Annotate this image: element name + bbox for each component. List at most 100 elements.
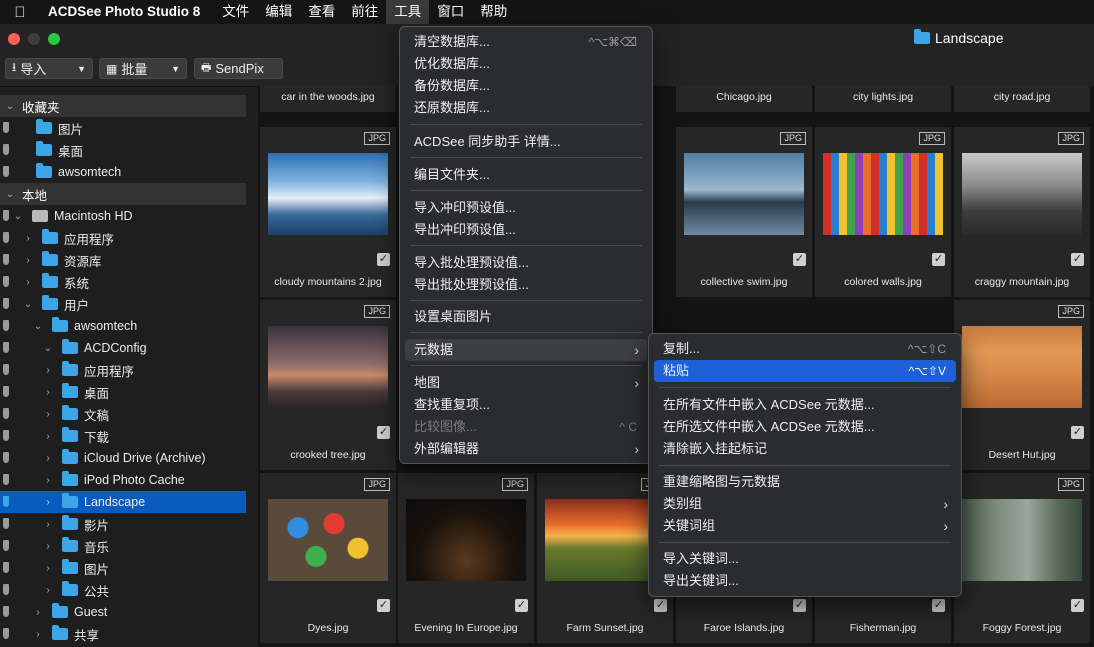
menu-item-clear-embed-flags[interactable]: 清除嵌入挂起标记 bbox=[654, 438, 956, 460]
checkbox-icon[interactable]: ✓ bbox=[1071, 426, 1084, 439]
thumbnail-item[interactable]: JPG ✓ Foggy Forest.jpg bbox=[954, 473, 1090, 643]
chevron-right-icon[interactable]: › bbox=[42, 453, 54, 464]
thumbnail-item[interactable]: ✓city lights.jpg bbox=[815, 86, 951, 112]
checkbox-icon[interactable]: ✓ bbox=[377, 426, 390, 439]
tree-applications[interactable]: › 应用程序 bbox=[0, 227, 246, 249]
section-favorites[interactable]: ⌄ 收藏夹 bbox=[0, 95, 246, 117]
thumbnail-item[interactable]: JPG ✓ craggy mountain.jpg bbox=[954, 127, 1090, 297]
thumbnail-item[interactable]: JPG ✓ Desert Hut.jpg bbox=[954, 300, 1090, 470]
close-window-button[interactable] bbox=[8, 33, 20, 45]
chevron-down-icon[interactable]: ⌄ bbox=[22, 299, 34, 310]
tree-shared[interactable]: › 共享 bbox=[0, 623, 246, 645]
chevron-right-icon[interactable]: › bbox=[42, 497, 54, 508]
thumbnail-item[interactable]: JPG ✓ colored walls.jpg bbox=[815, 127, 951, 297]
menu-item-set-desktop-picture[interactable]: 设置桌面图片 bbox=[405, 306, 647, 328]
chevron-right-icon[interactable]: › bbox=[22, 277, 34, 288]
fav-item-desktop[interactable]: 桌面 bbox=[0, 139, 246, 161]
thumbnail-item[interactable]: ✓car in the woods.jpg bbox=[260, 86, 396, 112]
chevron-down-icon[interactable]: ⌄ bbox=[12, 211, 24, 222]
menu-file[interactable]: 文件 bbox=[214, 0, 257, 24]
chevron-right-icon[interactable]: › bbox=[42, 431, 54, 442]
tree-ipod-photo-cache[interactable]: › iPod Photo Cache bbox=[0, 469, 246, 491]
tree-pictures[interactable]: › 图片 bbox=[0, 557, 246, 579]
tree-icloud-drive[interactable]: › iCloud Drive (Archive) bbox=[0, 447, 246, 469]
tree-guest[interactable]: › Guest bbox=[0, 601, 246, 623]
menu-view[interactable]: 查看 bbox=[300, 0, 343, 24]
menu-item-restore-database[interactable]: 还原数据库... bbox=[405, 97, 647, 119]
menu-item-clear-database[interactable]: 清空数据库... ^⌥⌘⌫ bbox=[405, 31, 647, 53]
menu-item-metadata[interactable]: 元数据 › bbox=[405, 339, 647, 361]
menu-item-rebuild-thumbnails[interactable]: 重建缩略图与元数据 bbox=[654, 471, 956, 493]
checkbox-icon[interactable]: ✓ bbox=[793, 253, 806, 266]
menu-tools[interactable]: 工具 bbox=[386, 0, 430, 24]
fav-item-awsomtech[interactable]: awsomtech bbox=[0, 161, 246, 183]
import-button[interactable]: ⭳ 导入 ▼ bbox=[5, 58, 93, 79]
checkbox-icon[interactable]: ✓ bbox=[932, 253, 945, 266]
tree-system[interactable]: › 系统 bbox=[0, 271, 246, 293]
chevron-right-icon[interactable]: › bbox=[42, 365, 54, 376]
checkbox-icon[interactable]: ✓ bbox=[1071, 253, 1084, 266]
chevron-right-icon[interactable]: › bbox=[42, 541, 54, 552]
menu-item-export-keywords[interactable]: 导出关键词... bbox=[654, 570, 956, 592]
chevron-down-icon[interactable]: ⌄ bbox=[42, 343, 54, 354]
tree-user-downloads[interactable]: › 下载 bbox=[0, 425, 246, 447]
sendpix-button[interactable]: 🖶 SendPix bbox=[194, 58, 283, 79]
menu-window[interactable]: 窗口 bbox=[429, 0, 472, 24]
chevron-right-icon[interactable]: › bbox=[42, 519, 54, 530]
zoom-window-button[interactable] bbox=[48, 33, 60, 45]
chevron-right-icon[interactable]: › bbox=[42, 387, 54, 398]
menu-item-sync-assistant[interactable]: ACDSee 同步助手 详情... bbox=[405, 131, 647, 153]
batch-button[interactable]: ▦ 批量 ▼ bbox=[99, 58, 187, 79]
menu-edit[interactable]: 编辑 bbox=[257, 0, 300, 24]
tree-user-awsomtech[interactable]: ⌄ awsomtech bbox=[0, 315, 246, 337]
thumbnail-item[interactable]: JPG ✓ collective swim.jpg bbox=[676, 127, 812, 297]
checkbox-icon[interactable]: ✓ bbox=[1071, 599, 1084, 612]
tree-user-desktop[interactable]: › 桌面 bbox=[0, 381, 246, 403]
menu-item-export-batch-presets[interactable]: 导出批处理预设值... bbox=[405, 274, 647, 296]
chevron-right-icon[interactable]: › bbox=[42, 409, 54, 420]
menu-item-optimize-database[interactable]: 优化数据库... bbox=[405, 53, 647, 75]
menu-item-keyword-sets[interactable]: 关键词组 › bbox=[654, 515, 956, 537]
chevron-right-icon[interactable]: › bbox=[32, 607, 44, 618]
chevron-right-icon[interactable]: › bbox=[22, 233, 34, 244]
section-local[interactable]: ⌄ 本地 bbox=[0, 183, 246, 205]
checkbox-icon[interactable]: ✓ bbox=[932, 599, 945, 612]
fav-item-pictures[interactable]: 图片 bbox=[0, 117, 246, 139]
thumbnail-item[interactable]: JPG ✓ crooked tree.jpg bbox=[260, 300, 396, 470]
checkbox-icon[interactable]: ✓ bbox=[377, 599, 390, 612]
thumbnail-item[interactable]: ✓city road.jpg bbox=[954, 86, 1090, 112]
checkbox-icon[interactable]: ✓ bbox=[793, 599, 806, 612]
thumbnail-item[interactable]: JPG ✓ Evening In Europe.jpg bbox=[398, 473, 534, 643]
tree-music[interactable]: › 音乐 bbox=[0, 535, 246, 557]
menu-item-compare-images[interactable]: 比较图像... ^ C bbox=[405, 416, 647, 438]
menu-item-import-print-presets[interactable]: 导入冲印预设值... bbox=[405, 197, 647, 219]
tree-library[interactable]: › 资源库 bbox=[0, 249, 246, 271]
tree-movies[interactable]: › 影片 bbox=[0, 513, 246, 535]
chevron-right-icon[interactable]: › bbox=[32, 629, 44, 640]
menu-item-external-editors[interactable]: 外部编辑器 › bbox=[405, 438, 647, 460]
chevron-right-icon[interactable]: › bbox=[42, 585, 54, 596]
tree-user-documents[interactable]: › 文稿 bbox=[0, 403, 246, 425]
menu-item-import-keywords[interactable]: 导入关键词... bbox=[654, 548, 956, 570]
checkbox-icon[interactable]: ✓ bbox=[515, 599, 528, 612]
tree-macintosh-hd[interactable]: ⌄ Macintosh HD bbox=[0, 205, 246, 227]
menu-item-copy-metadata[interactable]: 复制... ^⌥⇧C bbox=[654, 338, 956, 360]
tree-acdconfig[interactable]: ⌄ ACDConfig bbox=[0, 337, 246, 359]
menu-item-backup-database[interactable]: 备份数据库... bbox=[405, 75, 647, 97]
thumbnail-item[interactable]: JPG ✓ Dyes.jpg bbox=[260, 473, 396, 643]
apple-icon[interactable]:  bbox=[0, 4, 40, 21]
tree-users[interactable]: ⌄ 用户 bbox=[0, 293, 246, 315]
chevron-down-icon[interactable]: ⌄ bbox=[32, 321, 44, 332]
chevron-right-icon[interactable]: › bbox=[22, 255, 34, 266]
app-name-menu[interactable]: ACDSee Photo Studio 8 bbox=[40, 0, 214, 24]
menu-item-embed-selected-files[interactable]: 在所选文件中嵌入 ACDSee 元数据... bbox=[654, 416, 956, 438]
minimize-window-button[interactable] bbox=[28, 33, 40, 45]
checkbox-icon[interactable]: ✓ bbox=[377, 253, 390, 266]
menu-item-embed-all-files[interactable]: 在所有文件中嵌入 ACDSee 元数据... bbox=[654, 394, 956, 416]
tree-user-applications[interactable]: › 应用程序 bbox=[0, 359, 246, 381]
menu-help[interactable]: 帮助 bbox=[472, 0, 515, 24]
chevron-right-icon[interactable]: › bbox=[42, 563, 54, 574]
menu-item-map[interactable]: 地图 › bbox=[405, 372, 647, 394]
menu-item-paste-metadata[interactable]: 粘贴 ^⌥⇧V bbox=[654, 360, 956, 382]
menu-item-category-sets[interactable]: 类别组 › bbox=[654, 493, 956, 515]
